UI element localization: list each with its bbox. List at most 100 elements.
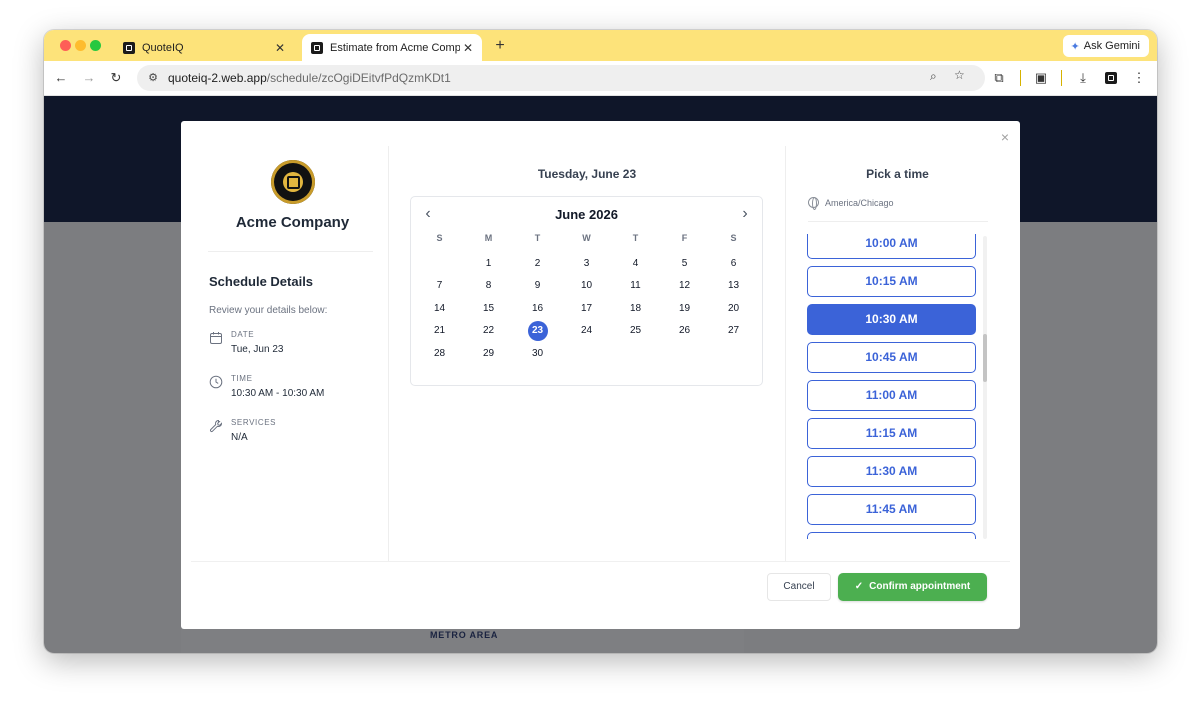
time-slot-button[interactable]: 11:45 AM	[807, 494, 976, 525]
calendar-day[interactable]: 21	[415, 320, 464, 343]
calendar-day[interactable]: 18	[611, 297, 660, 320]
close-icon[interactable]: ×	[1001, 129, 1009, 145]
calendar-day[interactable]: 22	[464, 320, 513, 343]
time-slot-button[interactable]: 12:00 PM	[807, 532, 976, 539]
calendar-day[interactable]: 25	[611, 320, 660, 343]
time-slot-button[interactable]: 10:15 AM	[807, 266, 976, 297]
cancel-button[interactable]: Cancel	[767, 573, 831, 601]
calendar-day[interactable]: 14	[415, 297, 464, 320]
calendar-day[interactable]: 19	[660, 297, 709, 320]
company-name: Acme Company	[235, 214, 350, 231]
weekday-header: F	[681, 233, 688, 243]
calendar-day[interactable]: 11	[611, 275, 660, 298]
reload-icon[interactable]: ↻	[107, 69, 125, 87]
time-slot-list[interactable]: 10:00 AM 10:15 AM 10:30 AM 10:45 AM 11:00 AM…	[807, 234, 978, 539]
selected-date-heading: Tuesday, June 23	[537, 167, 637, 181]
calendar-day[interactable]: 16	[513, 297, 562, 320]
calendar-blank	[415, 252, 464, 275]
calendar-day-number: 25	[629, 325, 642, 337]
calendar-day[interactable]: 5	[660, 252, 709, 275]
calendar-day[interactable]: 2	[513, 252, 562, 275]
calendar-day-number: 2	[534, 257, 541, 269]
calendar-day-number: 8	[485, 280, 492, 292]
scrollbar-thumb[interactable]	[983, 334, 987, 382]
calendar-day[interactable]: 8	[464, 275, 513, 298]
calendar-day[interactable]: 30	[513, 342, 562, 365]
ask-gemini-button[interactable]: ✦ Ask Gemini	[1062, 35, 1149, 57]
column-divider	[388, 146, 389, 561]
calendar-day[interactable]: 6	[709, 252, 758, 275]
time-slot-button[interactable]: 11:15 AM	[807, 418, 976, 449]
address-bar[interactable]: ⚙ quoteiq-2.web.app/schedule/zcOgiDEitvf…	[137, 65, 985, 91]
tab-close-icon[interactable]: ✕	[460, 41, 476, 55]
calendar-day[interactable]: 28	[415, 342, 464, 365]
tab-strip: QuoteIQ ✕ Estimate from Acme Company ✕ +…	[44, 30, 1157, 61]
weekday-header: S	[436, 233, 443, 243]
close-window-button[interactable]	[60, 40, 71, 51]
calendar-day[interactable]: 1	[464, 252, 513, 275]
time-slot-button[interactable]: 10:45 AM	[807, 342, 976, 373]
calendar-day-number: 7	[436, 280, 443, 292]
calendar-day[interactable]: 13	[709, 275, 758, 298]
zoom-icon[interactable]: ⌕	[930, 69, 937, 84]
new-tab-button[interactable]: +	[490, 36, 510, 56]
schedule-details-title: Schedule Details	[209, 274, 314, 289]
calendar-day-number: 30	[531, 347, 544, 359]
calendar-day[interactable]: 9	[513, 275, 562, 298]
time-slot-button[interactable]: 10:30 AM	[807, 304, 976, 335]
bookmark-star-icon[interactable]: ☆	[954, 68, 965, 82]
quoteiq-extension-icon[interactable]	[1102, 69, 1120, 87]
calendar-day-number: 26	[678, 325, 691, 337]
time-slot-button[interactable]: 10:00 AM	[807, 234, 976, 259]
calendar-day-number: 19	[678, 302, 691, 314]
calendar-day-number: 10	[580, 280, 593, 292]
calendar-day[interactable]: 17	[562, 297, 611, 320]
scrollbar-track[interactable]	[983, 236, 987, 539]
tab-title: QuoteIQ	[142, 41, 184, 54]
search-tab-icon[interactable]: ▣	[1032, 69, 1050, 87]
calendar-day[interactable]: 3	[562, 252, 611, 275]
download-icon[interactable]: ⤓	[1074, 69, 1092, 87]
calendar-day-number: 6	[730, 257, 737, 269]
tab-estimate[interactable]: Estimate from Acme Company ✕	[302, 34, 482, 61]
calendar-day[interactable]: 20	[709, 297, 758, 320]
time-value: 10:30 AM - 10:30 AM	[231, 388, 325, 399]
calendar-day[interactable]: 15	[464, 297, 513, 320]
calendar-day-number: 22	[482, 325, 495, 337]
tab-quoteiq[interactable]: QuoteIQ ✕	[114, 34, 294, 61]
calendar-day[interactable]: 26	[660, 320, 709, 343]
back-arrow-icon[interactable]: ←	[52, 69, 70, 87]
tab-close-icon[interactable]: ✕	[272, 41, 288, 55]
calendar-day-number: 21	[433, 325, 446, 337]
calendar-day[interactable]: 12	[660, 275, 709, 298]
calendar-day[interactable]: 7	[415, 275, 464, 298]
time-label: TIME	[231, 374, 253, 383]
pick-time-heading: Pick a time	[866, 167, 929, 181]
time-slot-button[interactable]: 11:00 AM	[807, 380, 976, 411]
next-month-chevron-icon[interactable]: ›	[736, 205, 754, 223]
confirm-appointment-button[interactable]: ✓ Confirm appointment	[838, 573, 987, 601]
column-divider	[785, 146, 786, 561]
calendar-day[interactable]: 23	[513, 320, 562, 343]
site-settings-icon[interactable]: ⚙	[146, 71, 160, 85]
forward-arrow-icon[interactable]: →	[80, 69, 98, 87]
calendar-day[interactable]: 27	[709, 320, 758, 343]
divider	[208, 251, 373, 252]
calendar-day-number: 16	[531, 302, 544, 314]
company-logo	[271, 160, 315, 204]
maximize-window-button[interactable]	[90, 40, 101, 51]
time-slot-button[interactable]: 11:30 AM	[807, 456, 976, 487]
calendar-day[interactable]: 29	[464, 342, 513, 365]
calendar-day[interactable]: 24	[562, 320, 611, 343]
calendar-day[interactable]: 4	[611, 252, 660, 275]
divider	[191, 561, 1010, 562]
calendar-day-number: 5	[681, 257, 688, 269]
menu-kebab-icon[interactable]: ⋮	[1130, 69, 1148, 87]
calendar-day-number: 18	[629, 302, 642, 314]
schedule-details-subtitle: Review your details below:	[209, 305, 328, 316]
minimize-window-button[interactable]	[75, 40, 86, 51]
quoteiq-favicon-icon	[311, 41, 323, 54]
extensions-icon[interactable]: ⧉	[990, 69, 1008, 87]
calendar-day-number: 27	[727, 325, 740, 337]
calendar-day[interactable]: 10	[562, 275, 611, 298]
